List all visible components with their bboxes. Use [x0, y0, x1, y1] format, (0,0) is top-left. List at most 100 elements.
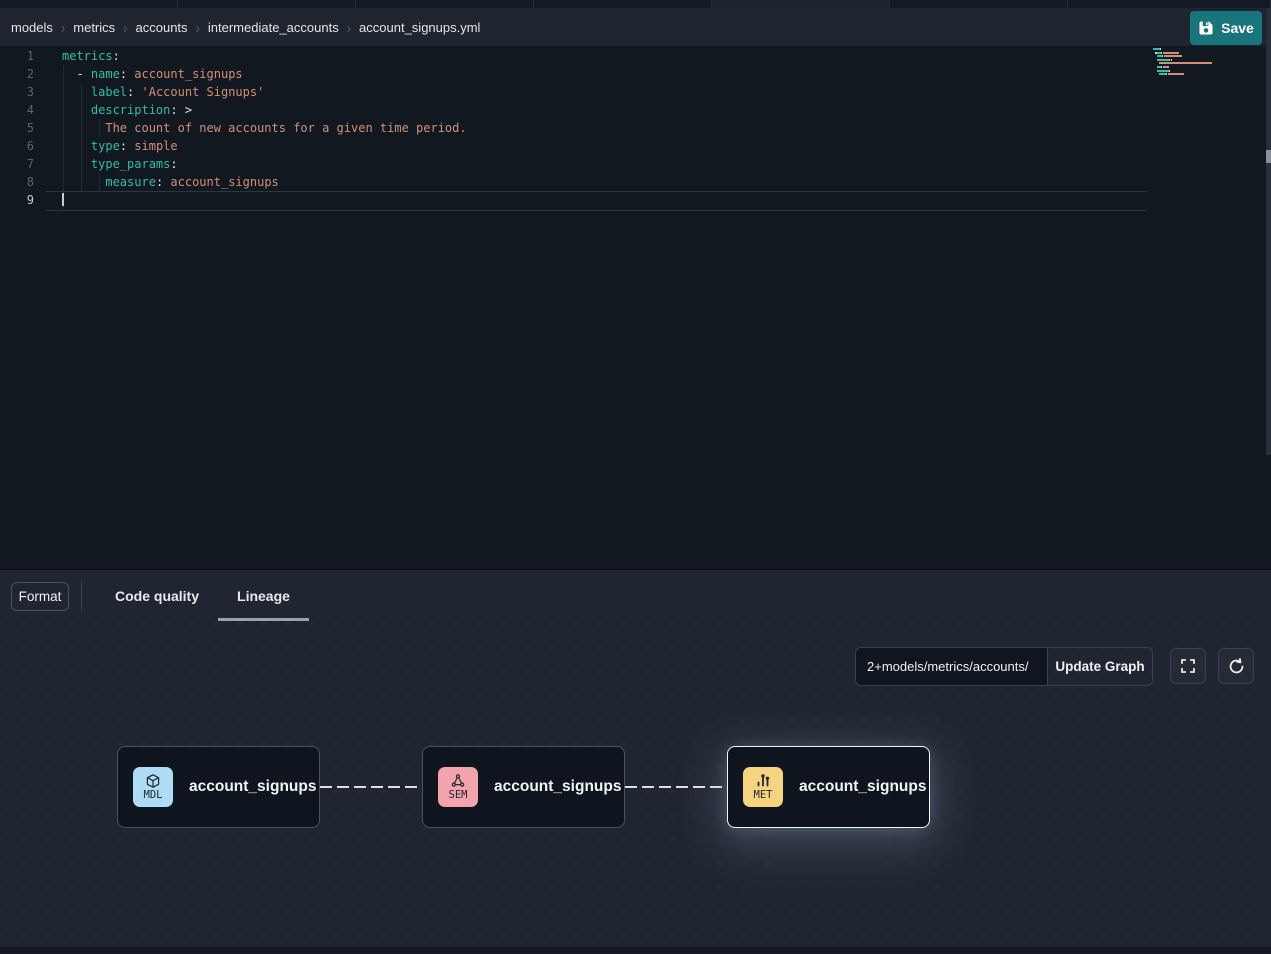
- code-text: - name: account_signups: [62, 67, 243, 81]
- node-label: account_signups: [189, 778, 316, 796]
- breadcrumb-item-metrics[interactable]: metrics: [73, 20, 115, 35]
- badge-label: SEM: [449, 790, 468, 801]
- minimap-line: [1153, 73, 1258, 75]
- code-text: measure: account_signups: [62, 175, 279, 189]
- line-number: 4: [0, 103, 34, 117]
- fullscreen-icon: [1180, 658, 1196, 674]
- code-text: type_params:: [62, 157, 178, 171]
- indent-guide: [99, 173, 100, 191]
- scrollbar[interactable]: [1266, 8, 1271, 455]
- panel-tab-row: Format Code qualityLineage: [0, 570, 1271, 622]
- breadcrumb-chevron-icon: ›: [196, 18, 200, 36]
- code-line[interactable]: 8 measure: account_signups: [0, 173, 1146, 191]
- minimap-line: [1153, 55, 1258, 57]
- code-text: description: >: [62, 103, 192, 117]
- minimap-line: [1153, 77, 1258, 79]
- divider: [81, 581, 82, 611]
- mdl-badge: MDL: [133, 767, 173, 807]
- code-line[interactable]: 5 The count of new accounts for a given …: [0, 119, 1146, 137]
- code-text: type: simple: [62, 139, 178, 153]
- update-graph-button[interactable]: Update Graph: [1048, 648, 1152, 685]
- lineage-node-sem[interactable]: SEM account_signups: [422, 746, 625, 828]
- breadcrumb-bar: models › metrics › accounts › intermediate_acc…: [0, 8, 1271, 46]
- code-editor[interactable]: 1metrics:2 - name: account_signups3 labe…: [0, 46, 1266, 569]
- line-number: 9: [0, 193, 34, 207]
- breadcrumb-item-models[interactable]: models: [11, 20, 53, 35]
- metric-chart-icon: [755, 773, 771, 789]
- editor-tab-segment[interactable]: [712, 0, 890, 8]
- bottom-panel: Format Code qualityLineage Update Graph: [0, 569, 1271, 954]
- minimap[interactable]: [1153, 48, 1258, 80]
- line-number: 6: [0, 139, 34, 153]
- editor-tab-segment[interactable]: [0, 0, 178, 8]
- breadcrumb-chevron-icon: ›: [123, 18, 127, 36]
- badge-label: MDL: [144, 790, 163, 801]
- editor-tab-segment[interactable]: [356, 0, 534, 8]
- breadcrumb-item-account-signups-yml[interactable]: account_signups.yml: [359, 20, 480, 35]
- line-number: 7: [0, 157, 34, 171]
- app-window: models › metrics › accounts › intermediate_acc…: [0, 0, 1271, 954]
- minimap-line: [1153, 70, 1258, 72]
- lineage-node-met[interactable]: MET account_signups: [727, 746, 930, 828]
- lineage-edge: [320, 786, 422, 788]
- indent-guide: [99, 119, 100, 137]
- met-badge: MET: [743, 767, 783, 807]
- panel-tabs: Code qualityLineage: [96, 570, 309, 622]
- editor-tabs-strip: [0, 0, 1271, 8]
- editor-tab-segment[interactable]: [178, 0, 356, 8]
- format-button[interactable]: Format: [11, 582, 69, 611]
- save-button[interactable]: Save: [1190, 11, 1262, 45]
- tab-code-quality[interactable]: Code quality: [96, 570, 218, 622]
- line-number: 2: [0, 67, 34, 81]
- indent-guide: [81, 83, 82, 191]
- code-text: The count of new accounts for a given ti…: [62, 121, 467, 135]
- editor-tab-segment[interactable]: [890, 0, 1068, 8]
- code-text: metrics:: [62, 49, 120, 63]
- lineage-filter-group: Update Graph: [855, 647, 1153, 686]
- lineage-node-mdl[interactable]: MDL account_signups: [117, 746, 320, 828]
- save-label: Save: [1221, 20, 1254, 36]
- panel-bottom-strip: [0, 947, 1271, 954]
- breadcrumb-item-intermediate-accounts[interactable]: intermediate_accounts: [208, 20, 339, 35]
- breadcrumb-chevron-icon: ›: [347, 18, 351, 36]
- model-cube-icon: [145, 773, 161, 789]
- badge-label: MET: [754, 790, 773, 801]
- code-line[interactable]: 4 description: >: [0, 101, 1146, 119]
- semantic-model-icon: [450, 773, 466, 789]
- lineage-canvas[interactable]: Update Graph MDLaccount_s: [0, 622, 1271, 947]
- lineage-edge: [625, 786, 727, 788]
- minimap-line: [1153, 59, 1258, 61]
- code-line[interactable]: 9: [0, 191, 1146, 209]
- line-number: 3: [0, 85, 34, 99]
- breadcrumb: models › metrics › accounts › intermediate_acc…: [11, 20, 480, 35]
- editor-tab-segment[interactable]: [534, 0, 712, 8]
- code-line[interactable]: 7 type_params:: [0, 155, 1146, 173]
- minimap-line: [1153, 62, 1258, 64]
- line-number: 1: [0, 49, 34, 63]
- scrollbar-thumb[interactable]: [1266, 150, 1271, 163]
- text-cursor: [62, 193, 64, 206]
- breadcrumb-chevron-icon: ›: [61, 18, 65, 36]
- line-number: 5: [0, 121, 34, 135]
- code-line[interactable]: 3 label: 'Account Signups': [0, 83, 1146, 101]
- refresh-icon: [1228, 658, 1245, 675]
- editor-tab-segment[interactable]: [1068, 0, 1271, 8]
- code-line[interactable]: 6 type: simple: [0, 137, 1146, 155]
- save-icon: [1198, 20, 1214, 36]
- minimap-line: [1153, 52, 1258, 54]
- lineage-filter-input[interactable]: [856, 648, 1048, 685]
- code-text: label: 'Account Signups': [62, 85, 264, 99]
- line-number: 8: [0, 175, 34, 189]
- sem-badge: SEM: [438, 767, 478, 807]
- node-label: account_signups: [799, 778, 926, 796]
- code-line[interactable]: 2 - name: account_signups: [0, 65, 1146, 83]
- fullscreen-button[interactable]: [1170, 648, 1206, 684]
- minimap-line: [1153, 48, 1258, 50]
- minimap-line: [1153, 66, 1258, 68]
- refresh-button[interactable]: [1218, 648, 1254, 684]
- code-line[interactable]: 1 metrics:: [0, 47, 1146, 65]
- tab-lineage[interactable]: Lineage: [218, 570, 309, 622]
- breadcrumb-item-accounts[interactable]: accounts: [136, 20, 188, 35]
- node-label: account_signups: [494, 778, 621, 796]
- indent-guide: [63, 65, 64, 209]
